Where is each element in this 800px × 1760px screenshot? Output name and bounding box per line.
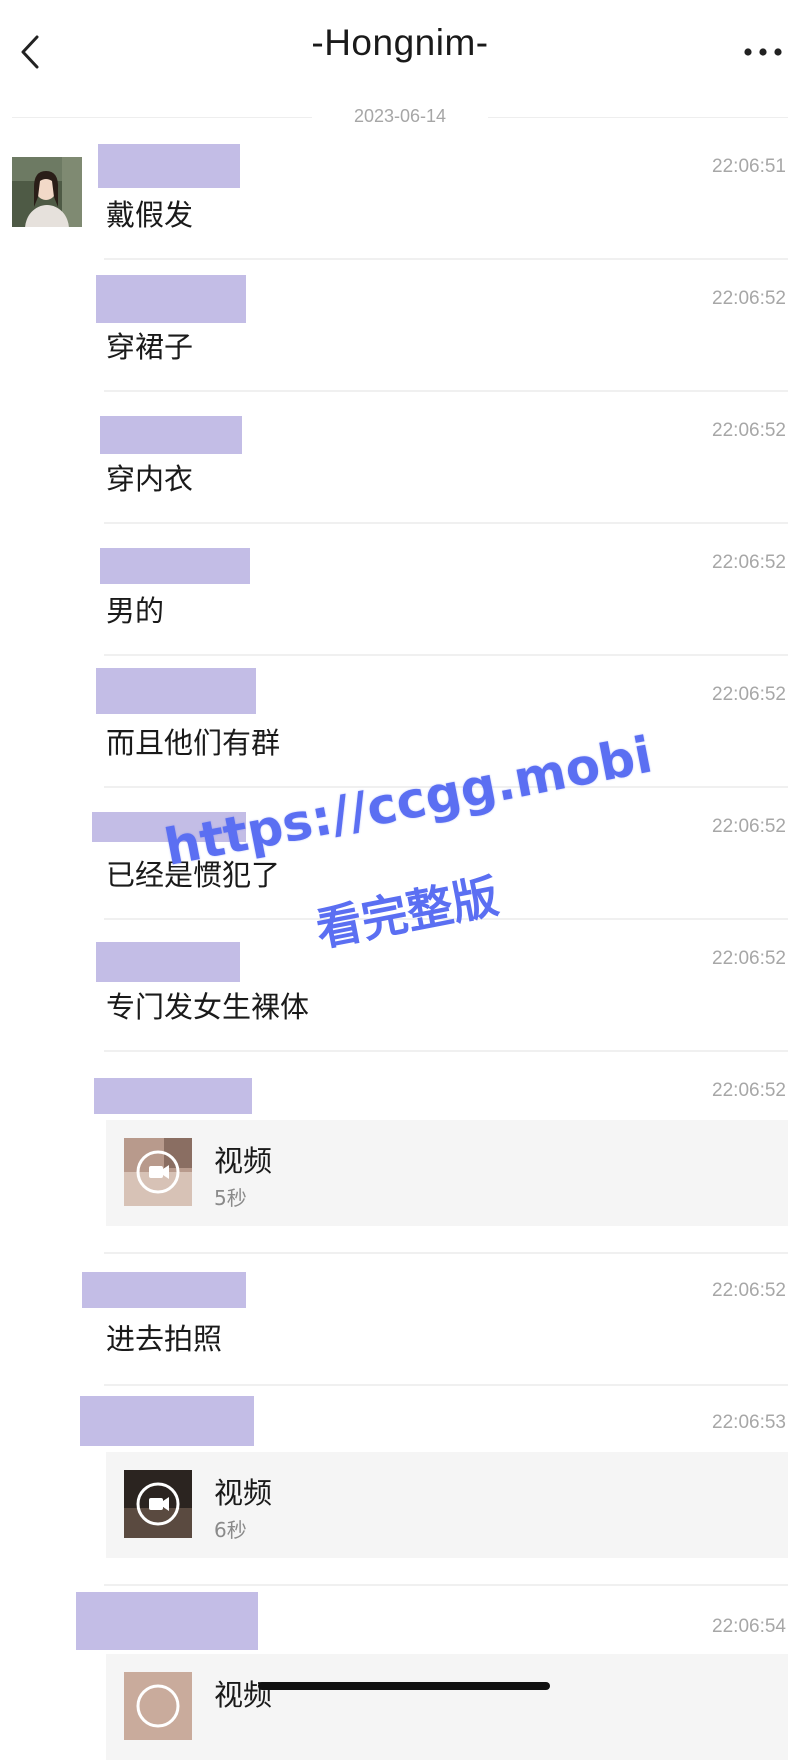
redacted-sender-name xyxy=(98,144,240,188)
message-time: 22:06:52 xyxy=(712,1080,786,1101)
message-text: 进去拍照 xyxy=(106,1322,223,1356)
message-item[interactable]: 22:06:52 已经是惯犯了 xyxy=(0,800,800,920)
redacted-sender-name xyxy=(76,1592,258,1650)
message-time: 22:06:52 xyxy=(712,948,786,969)
message-divider xyxy=(104,258,788,260)
redacted-sender-name xyxy=(82,1272,246,1308)
message-divider xyxy=(104,1384,788,1386)
message-time: 22:06:52 xyxy=(712,816,786,837)
message-item[interactable]: 22:06:52 视频 5秒 xyxy=(0,1064,800,1254)
message-time: 22:06:51 xyxy=(712,156,786,177)
message-time: 22:06:54 xyxy=(712,1616,786,1637)
message-divider xyxy=(104,654,788,656)
video-thumbnail xyxy=(124,1470,192,1538)
message-text: 戴假发 xyxy=(106,198,194,232)
redacted-sender-name xyxy=(94,1078,252,1114)
redacted-sender-name xyxy=(96,275,246,323)
chat-header: -Hongnim- xyxy=(0,0,800,105)
message-text: 已经是惯犯了 xyxy=(106,858,281,892)
message-item[interactable]: 22:06:54 视频 xyxy=(0,1592,800,1760)
redacted-sender-name xyxy=(96,668,256,714)
message-divider xyxy=(104,522,788,524)
message-divider xyxy=(104,390,788,392)
date-label: 2023-06-14 xyxy=(327,106,473,126)
message-divider xyxy=(104,1050,788,1052)
more-button[interactable] xyxy=(738,34,788,70)
message-item[interactable]: 22:06:53 视频 6秒 xyxy=(0,1396,800,1586)
message-text: 男的 xyxy=(106,594,165,628)
video-duration: 5秒 xyxy=(214,1186,247,1210)
message-time: 22:06:52 xyxy=(712,552,786,573)
chat-title: -Hongnim- xyxy=(311,22,489,63)
message-divider xyxy=(104,918,788,920)
date-divider: 2023-06-14 xyxy=(12,106,788,128)
message-text: 而且他们有群 xyxy=(106,726,281,760)
video-attachment[interactable]: 视频 6秒 xyxy=(106,1452,788,1558)
video-thumbnail xyxy=(124,1138,192,1206)
message-item[interactable]: 22:06:52 穿内衣 xyxy=(0,404,800,524)
video-title: 视频 xyxy=(214,1476,273,1510)
message-text: 穿内衣 xyxy=(106,462,194,496)
message-item[interactable]: 22:06:52 进去拍照 xyxy=(0,1264,800,1386)
video-duration: 6秒 xyxy=(214,1518,247,1542)
message-time: 22:06:52 xyxy=(712,420,786,441)
message-item[interactable]: 22:06:52 专门发女生裸体 xyxy=(0,932,800,1052)
message-item[interactable]: 22:06:51 戴假发 xyxy=(0,140,800,260)
message-item[interactable]: 22:06:52 穿裙子 xyxy=(0,272,800,392)
home-indicator xyxy=(258,1682,550,1690)
redacted-sender-name xyxy=(100,416,242,454)
redacted-sender-name xyxy=(80,1396,254,1446)
video-thumbnail xyxy=(124,1672,192,1740)
redacted-sender-name xyxy=(100,548,250,584)
message-divider xyxy=(104,1584,788,1586)
message-item[interactable]: 22:06:52 男的 xyxy=(0,536,800,656)
message-time: 22:06:52 xyxy=(712,288,786,309)
video-title: 视频 xyxy=(214,1678,273,1712)
message-time: 22:06:52 xyxy=(712,1280,786,1301)
message-time: 22:06:53 xyxy=(712,1412,786,1433)
message-divider xyxy=(104,1252,788,1254)
video-title: 视频 xyxy=(214,1144,273,1178)
video-attachment[interactable]: 视频 5秒 xyxy=(106,1120,788,1226)
message-divider xyxy=(104,786,788,788)
video-attachment[interactable]: 视频 xyxy=(106,1654,788,1760)
message-text: 专门发女生裸体 xyxy=(106,990,310,1024)
message-time: 22:06:52 xyxy=(712,684,786,705)
ellipsis-icon xyxy=(744,48,782,56)
redacted-sender-name xyxy=(96,942,240,982)
message-text: 穿裙子 xyxy=(106,330,194,364)
message-item[interactable]: 22:06:52 而且他们有群 xyxy=(0,668,800,788)
redacted-sender-name xyxy=(92,812,246,842)
